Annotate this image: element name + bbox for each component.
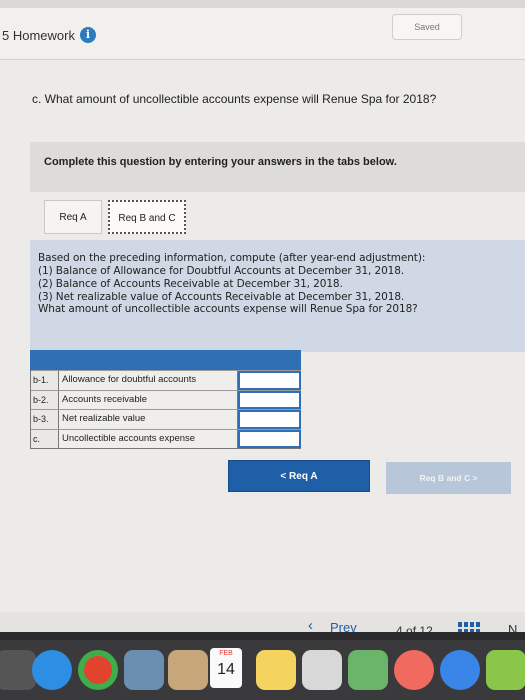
prev-tab-button[interactable]: < Req A xyxy=(228,460,370,492)
messages-icon[interactable] xyxy=(440,650,480,690)
calendar-month: FEB xyxy=(219,650,233,657)
current-page: 4 xyxy=(396,624,403,632)
allowance-input[interactable] xyxy=(238,371,301,390)
grid-icon[interactable] xyxy=(458,622,480,632)
notes-icon[interactable] xyxy=(168,650,208,690)
row-label: Accounts receivable xyxy=(59,390,238,409)
table-row: b-2. Accounts receivable xyxy=(31,389,301,409)
table-row: c. Uncollectible accounts expense xyxy=(31,428,301,448)
rocket-icon[interactable] xyxy=(0,650,36,690)
photos-icon[interactable] xyxy=(394,650,434,690)
total-pages: 12 xyxy=(419,624,433,632)
info-icon[interactable]: i xyxy=(80,27,96,43)
calendar-day: 14 xyxy=(217,661,235,678)
stamp-icon[interactable] xyxy=(124,650,164,690)
accounts-receivable-input[interactable] xyxy=(238,390,301,409)
prompt-line: (2) Balance of Accounts Receivable at De… xyxy=(38,278,343,290)
pager-bar xyxy=(0,612,525,632)
row-label: Uncollectible accounts expense xyxy=(59,429,238,448)
calendar-icon[interactable]: FEB 14 xyxy=(210,648,242,688)
safari-icon[interactable] xyxy=(32,650,72,690)
maps-icon[interactable] xyxy=(348,650,388,690)
next-link[interactable]: N xyxy=(508,622,517,632)
row-code: b-2. xyxy=(31,390,59,409)
notes-app-icon[interactable] xyxy=(256,650,296,690)
top-sliver xyxy=(0,0,525,8)
row-label: Allowance for doubtful accounts xyxy=(59,371,238,390)
question-text: c. What amount of uncollectible accounts… xyxy=(32,92,437,106)
chevron-left-icon[interactable]: ‹ xyxy=(308,617,313,632)
browser-screen: 5 Homework i Saved c. What amount of unc… xyxy=(0,0,525,632)
tab-req-b-and-c[interactable]: Req B and C xyxy=(108,200,186,234)
chrome-icon[interactable] xyxy=(78,650,118,690)
prompt-line: What amount of uncollectible accounts ex… xyxy=(38,303,418,315)
prompt-line: (3) Net realizable value of Accounts Rec… xyxy=(38,291,405,303)
uncollectible-expense-input[interactable] xyxy=(238,429,301,448)
assignment-title: 5 Homework xyxy=(2,28,75,43)
facetime-icon[interactable] xyxy=(486,650,525,690)
row-code: b-3. xyxy=(31,410,59,429)
prompt-line: Based on the preceding information, comp… xyxy=(38,252,426,264)
net-realizable-value-input[interactable] xyxy=(238,410,301,429)
prompt-line: (1) Balance of Allowance for Doubtful Ac… xyxy=(38,265,405,277)
answer-table: b-1. Allowance for doubtful accounts b-2… xyxy=(30,370,301,449)
assignment-header: 5 Homework i Saved xyxy=(0,8,525,60)
page-of: of xyxy=(406,624,417,632)
prev-link[interactable]: Prev xyxy=(330,620,357,632)
row-code: c. xyxy=(31,429,59,448)
tab-req-a[interactable]: Req A xyxy=(44,200,102,234)
page-count: 4 of 12 xyxy=(396,624,433,632)
row-label: Net realizable value xyxy=(59,410,238,429)
next-tab-button[interactable]: Req B and C > xyxy=(386,462,511,494)
saved-status-button[interactable]: Saved xyxy=(392,14,462,40)
table-row: b-1. Allowance for doubtful accounts xyxy=(31,370,301,390)
table-row: b-3. Net realizable value xyxy=(31,409,301,429)
instructions-panel: Complete this question by entering your … xyxy=(30,142,525,192)
answer-table-header xyxy=(30,350,301,370)
instructions-text: Complete this question by entering your … xyxy=(44,156,397,168)
row-code: b-1. xyxy=(31,371,59,390)
prompt-panel: Based on the preceding information, comp… xyxy=(30,240,525,352)
reminders-icon[interactable] xyxy=(302,650,342,690)
